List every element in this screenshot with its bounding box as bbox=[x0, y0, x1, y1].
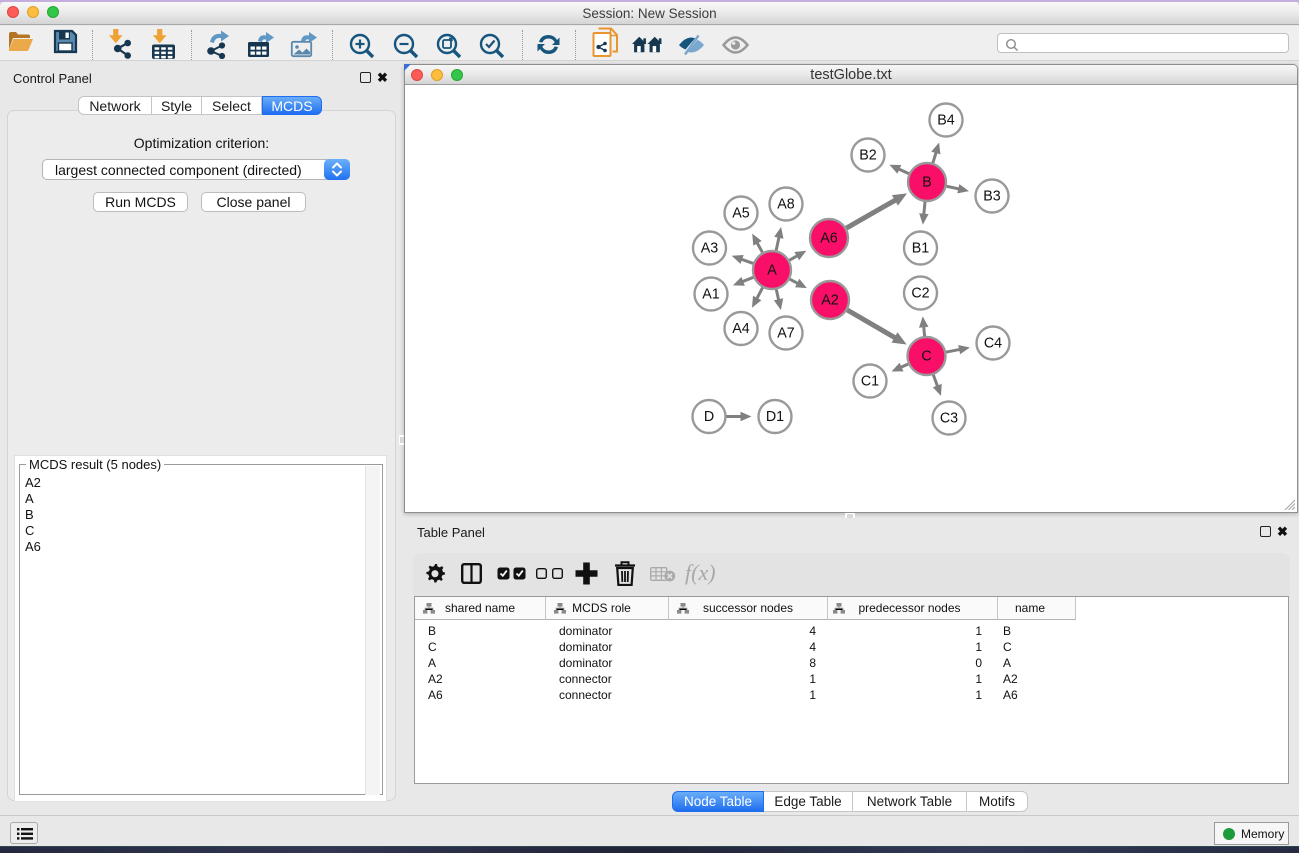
svg-text:A: A bbox=[767, 263, 777, 279]
svg-text:B2: B2 bbox=[859, 148, 877, 164]
svg-text:B4: B4 bbox=[937, 113, 955, 129]
svg-text:C2: C2 bbox=[911, 286, 929, 302]
svg-text:B3: B3 bbox=[983, 189, 1001, 205]
svg-text:A1: A1 bbox=[702, 287, 720, 303]
svg-text:D1: D1 bbox=[766, 409, 784, 425]
svg-text:C4: C4 bbox=[984, 336, 1002, 352]
svg-text:A2: A2 bbox=[821, 293, 839, 309]
svg-text:C3: C3 bbox=[940, 411, 958, 427]
svg-text:D: D bbox=[704, 409, 714, 425]
svg-text:A6: A6 bbox=[820, 231, 838, 247]
svg-text:A8: A8 bbox=[777, 197, 795, 213]
svg-text:A4: A4 bbox=[732, 321, 750, 337]
svg-text:B1: B1 bbox=[912, 241, 930, 257]
svg-text:B: B bbox=[922, 175, 932, 191]
svg-text:A3: A3 bbox=[701, 241, 719, 257]
svg-text:C: C bbox=[921, 349, 931, 365]
svg-text:A7: A7 bbox=[777, 326, 795, 342]
svg-text:C1: C1 bbox=[861, 374, 879, 390]
svg-text:A5: A5 bbox=[732, 206, 750, 222]
